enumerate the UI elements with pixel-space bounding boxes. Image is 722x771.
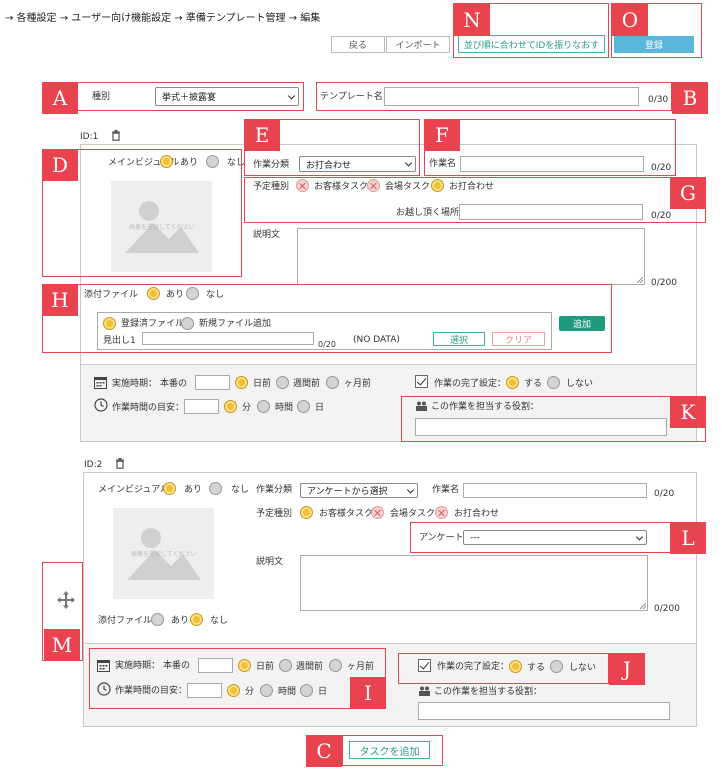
task2-meeting-radio[interactable]: [435, 506, 448, 519]
callout-g-frame: [244, 177, 706, 223]
callout-e-label: E: [244, 119, 280, 151]
task2-attachment-yes-label: あり: [171, 616, 190, 626]
task2-attachment-no-label: なし: [210, 616, 229, 626]
task2-description-label: 説明文: [256, 557, 284, 567]
task1-description-textarea[interactable]: [297, 228, 645, 285]
task2-role-input[interactable]: [418, 702, 670, 720]
task1-minutes-label: 分: [242, 403, 252, 413]
task1-timing-input[interactable]: [195, 375, 230, 390]
callout-a-label: A: [42, 82, 78, 114]
back-button[interactable]: 戻る: [331, 36, 385, 53]
task2-attachment-yes-radio[interactable]: [151, 613, 164, 626]
task1-days-radio[interactable]: [297, 400, 310, 413]
task2-work-category-label: 作業分類: [256, 485, 293, 495]
task1-description-count: 0/200: [651, 278, 677, 288]
callout-h-label: H: [42, 284, 78, 316]
task2-venue-task-radio[interactable]: [371, 506, 384, 519]
callout-i-label: I: [350, 677, 386, 709]
task1-months-before-label: ヶ月前: [344, 379, 372, 389]
task2-main-visual-yes-radio[interactable]: [163, 482, 176, 495]
callout-b-label: B: [672, 82, 708, 114]
task1-duration-label: 作業時間の目安：: [112, 403, 185, 413]
task1-description-label: 説明文: [253, 230, 281, 240]
task2-id: ID:2: [84, 460, 103, 470]
task2-meeting-label: お打合わせ: [454, 509, 500, 519]
task2-work-name-input[interactable]: [463, 483, 647, 498]
callout-f-label: F: [424, 119, 460, 151]
task2-main-visual-label: メインビジュアル: [98, 485, 170, 495]
task1-completion-do-label: する: [524, 379, 543, 389]
callout-d-label: D: [42, 149, 78, 181]
task1-timing-label: 実施時期：: [112, 379, 158, 389]
task1-days-label: 日: [315, 403, 325, 413]
task1-completion-checkbox[interactable]: [415, 375, 428, 388]
task2-work-name-label: 作業名: [432, 485, 460, 495]
callout-a-frame: [76, 82, 304, 111]
callout-j-frame: [398, 653, 609, 684]
task2-customer-task-label: お客様タスク: [319, 509, 374, 519]
chevron-down-icon: [406, 485, 415, 494]
callout-k-frame: [401, 396, 706, 442]
task1-duration-input[interactable]: [184, 399, 219, 414]
callout-c-frame: [342, 735, 443, 766]
calendar-icon: [94, 377, 107, 389]
callout-g-label: G: [670, 177, 706, 209]
task1-minutes-radio[interactable]: [224, 400, 237, 413]
task2-attachment-no-radio[interactable]: [190, 613, 203, 626]
breadcrumb: → 各種設定 → ユーザー向け機能設定 → 準備テンプレート管理 → 編集: [5, 13, 321, 24]
callout-b-frame: [316, 82, 672, 111]
task2-attachment-label: 添付ファイル: [98, 616, 153, 626]
task1-completion-dont-radio[interactable]: [547, 376, 560, 389]
task2-description-textarea[interactable]: [300, 555, 648, 611]
trash-icon[interactable]: [111, 130, 121, 141]
callout-m-label: M: [44, 629, 80, 661]
task2-description-count: 0/200: [654, 604, 680, 614]
callout-k-label: K: [670, 396, 706, 428]
import-button[interactable]: インポート: [386, 36, 450, 53]
task1-hours-label: 時間: [275, 403, 294, 413]
callout-h-frame: [42, 284, 612, 353]
task1-timing-prefix: 本番の: [160, 379, 188, 389]
task2-work-name-count: 0/20: [654, 489, 675, 499]
callout-o-label: O: [612, 4, 648, 36]
callout-l-frame: [410, 522, 706, 553]
callout-n-label: N: [454, 4, 490, 36]
callout-i-frame: [89, 648, 386, 709]
task2-venue-task-label: 会場タスク: [390, 509, 436, 519]
task2-main-visual-no-label: なし: [231, 485, 250, 495]
task2-work-category-select[interactable]: アンケートから選択: [300, 483, 418, 498]
task1-completion-dont-label: しない: [566, 379, 594, 389]
task1-days-before-radio[interactable]: [235, 376, 248, 389]
task1-hours-radio[interactable]: [257, 400, 270, 413]
trash-icon[interactable]: [115, 458, 125, 469]
callout-f-frame: [424, 119, 676, 176]
task1-months-before-radio[interactable]: [326, 376, 339, 389]
callout-l-label: L: [670, 522, 706, 554]
task2-main-visual-no-radio[interactable]: [209, 482, 222, 495]
task1-completion-label: 作業の完了設定：: [434, 379, 507, 389]
task2-main-visual-yes-label: あり: [184, 485, 203, 495]
task1-id: ID:1: [80, 132, 99, 142]
task2-schedule-type-label: 予定種別: [256, 509, 293, 519]
task1-completion-do-radio[interactable]: [506, 376, 519, 389]
callout-j-label: J: [609, 653, 645, 685]
task2-customer-task-radio[interactable]: [300, 506, 313, 519]
task2-role-label: この作業を担当する役割：: [434, 687, 543, 697]
callout-c-label: C: [306, 735, 342, 767]
group-icon: [419, 686, 430, 696]
task2-image-placeholder-text: 画像を選択してください: [131, 551, 197, 558]
task1-weeks-before-label: 週間前: [293, 379, 321, 389]
task2-image-placeholder[interactable]: 画像を選択してください: [113, 508, 214, 599]
task2-work-category-value: アンケートから選択: [307, 487, 388, 497]
clock-icon: [94, 398, 108, 412]
task1-days-before-label: 日前: [253, 379, 272, 389]
task1-weeks-before-radio[interactable]: [276, 376, 289, 389]
